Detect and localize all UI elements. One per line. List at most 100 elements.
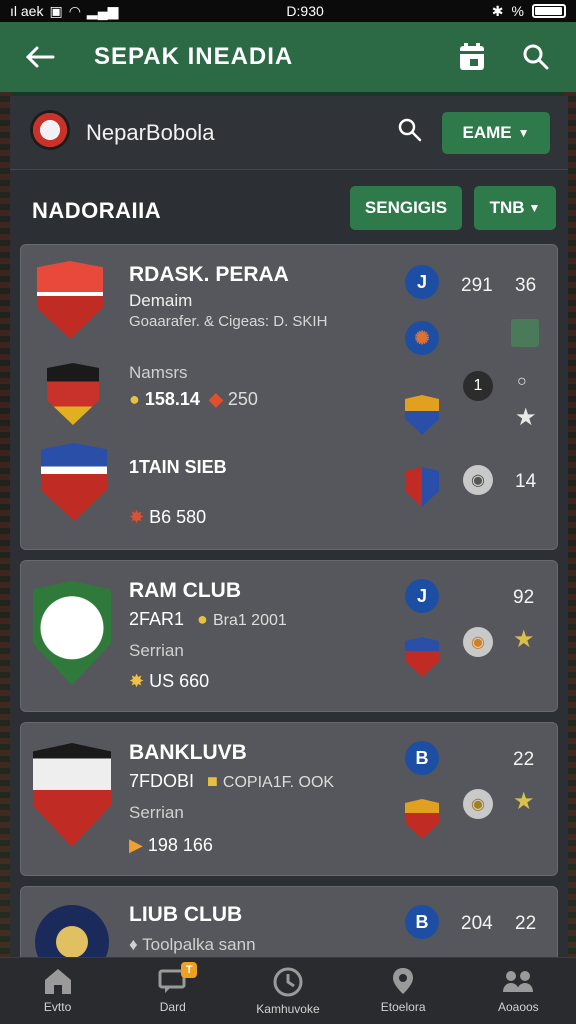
home-icon	[44, 969, 71, 994]
rank-badge: 1	[463, 371, 493, 401]
club-search-row: NeparBobola EAME ▼	[10, 96, 568, 170]
player-crest-icon	[33, 581, 111, 685]
map-pin-icon	[393, 968, 414, 994]
club-subtitle: Demaim	[129, 291, 193, 310]
nav-item-people[interactable]: Aoaoos	[461, 958, 576, 1014]
carrier-text: ıl aek	[10, 3, 44, 19]
app-title: SEPAK INEADIA	[94, 43, 294, 70]
row-label: Namsrs	[129, 363, 188, 382]
club-shield-icon	[405, 467, 439, 507]
chevron-down-icon: ▼	[517, 126, 530, 140]
club-shield-icon	[405, 395, 439, 435]
calendar-icon	[460, 43, 484, 70]
coin-icon: ●	[197, 609, 208, 629]
filter-label: EAME	[462, 123, 512, 142]
bottom-navigation: Evtto T Dard Kamhuvoke Etoelora Aoaoos	[0, 957, 576, 1024]
battery-level	[534, 7, 562, 15]
row-label: 1TAIN SIEB	[129, 457, 227, 477]
row-label: Serrian	[129, 803, 184, 822]
stat-value: 204	[461, 913, 493, 934]
search-button[interactable]	[518, 39, 554, 75]
row-value: ✸ US 660	[129, 671, 209, 692]
target-icon: ◉	[463, 465, 493, 495]
nav-label: Dard	[159, 1000, 186, 1014]
club-detail: Goaarafer. & Cigeas: D. SKIH	[129, 313, 328, 330]
arrow-left-icon	[25, 46, 55, 68]
player-crest-icon	[37, 261, 103, 339]
pin-icon: ♦	[129, 935, 138, 954]
app-bar: SEPAK INEADIA	[0, 22, 576, 92]
tab-label: TNB	[489, 198, 525, 217]
target-icon: ◉	[463, 789, 493, 819]
tab-dropdown[interactable]: TNB ▼	[474, 186, 556, 230]
sim-icon: ▣	[49, 2, 63, 19]
row-value-text: 158.14	[144, 389, 200, 409]
club-card[interactable]: LIUB CLUB ♦ Toolpalka sann B 204 22	[20, 886, 558, 979]
star-icon[interactable]: ★	[513, 625, 535, 654]
club-subtitle-row: 2FAR1 ● Bra1 2001	[129, 609, 287, 630]
wifi-icon: ◠	[68, 2, 81, 19]
star-burst-icon: ✸	[129, 507, 145, 527]
calendar-button[interactable]	[454, 39, 490, 75]
section-title: NADORAIIA	[32, 198, 162, 223]
star-icon[interactable]: ★	[515, 403, 537, 432]
club-crest-icon	[35, 905, 109, 979]
club-badge-icon: J	[405, 265, 439, 299]
stat-value: 36	[515, 275, 537, 296]
club-shield-icon	[405, 799, 439, 839]
club-card[interactable]: BANKLUVB 7FDOBI ■ COPIA1F. OOK Serrian ▶…	[20, 722, 558, 876]
search-query[interactable]: NeparBobola	[86, 120, 214, 146]
arrow-right-icon: ▶	[129, 835, 143, 855]
nav-item-home[interactable]: Evtto	[0, 958, 115, 1014]
row-value: ✸ B6 580	[129, 507, 206, 528]
club-badge-icon: B	[405, 905, 439, 939]
club-logo-icon	[30, 110, 70, 150]
nav-label: Aoaoos	[497, 1000, 539, 1014]
clock-icon	[273, 967, 303, 997]
filter-dropdown[interactable]: EAME ▼	[442, 112, 550, 154]
nav-item-explore[interactable]: Etoelora	[346, 958, 461, 1014]
notification-badge: T	[181, 962, 198, 978]
row-value-text: B6 580	[149, 507, 207, 527]
coin-icon: ●	[129, 389, 140, 409]
club-title: BANKLUVB	[129, 741, 247, 764]
battery-percent: %	[511, 3, 524, 19]
clock-text: D:930	[286, 3, 324, 19]
club-card[interactable]: RAM CLUB 2FAR1 ● Bra1 2001 Serrian ✸ US …	[20, 560, 558, 712]
bluetooth-icon: ✱	[491, 2, 504, 19]
player-crest-icon	[41, 443, 107, 521]
nav-item-clock[interactable]: Kamhuvoke	[230, 958, 345, 1016]
row-value-text: US 660	[149, 671, 210, 691]
chevron-down-icon: ▼	[528, 201, 541, 215]
fire-icon: ◆	[208, 389, 223, 409]
stat-value: 291	[461, 275, 493, 296]
status-bar: ıl aek ▣ ◠ ▂▄▆ D:930 ✱ %	[0, 0, 576, 22]
club-subtitle: 2FAR1	[129, 609, 185, 629]
nav-item-chat[interactable]: T Dard	[115, 958, 230, 1014]
club-card[interactable]: RDASK. PERAA Demaim Goaarafer. & Cigeas:…	[20, 244, 558, 550]
battery-icon	[531, 4, 566, 18]
row-label: Serrian	[129, 641, 184, 660]
club-title: RDASK. PERAA	[129, 263, 289, 286]
club-badge-icon: J	[405, 579, 439, 613]
back-button[interactable]	[22, 39, 58, 75]
target-icon: ◉	[463, 627, 493, 657]
settings-label: SENGIGIS	[364, 198, 448, 217]
club-subtitle: Toolpalka sann	[142, 935, 256, 954]
star-icon[interactable]: ★	[513, 787, 535, 816]
row-value-text: 198 166	[147, 835, 213, 855]
club-subtitle-row: ♦ Toolpalka sann	[129, 935, 256, 955]
row-value: ● 158.14 ◆ 250	[129, 389, 258, 410]
settings-button[interactable]: SENGIGIS	[350, 186, 462, 230]
search-icon[interactable]	[398, 118, 422, 142]
club-shield-icon	[405, 637, 439, 677]
stat-value: 22	[515, 913, 537, 934]
club-detail: COPIA1F. OOK	[222, 774, 335, 791]
signal-icon: ▂▄▆	[86, 2, 119, 19]
nav-label: Etoelora	[380, 1000, 426, 1014]
club-detail: Bra1 2001	[212, 612, 287, 629]
club-crest-icon	[47, 363, 99, 425]
row-value: ▶ 198 166	[129, 835, 213, 856]
search-icon	[523, 44, 549, 70]
people-icon	[503, 971, 534, 992]
